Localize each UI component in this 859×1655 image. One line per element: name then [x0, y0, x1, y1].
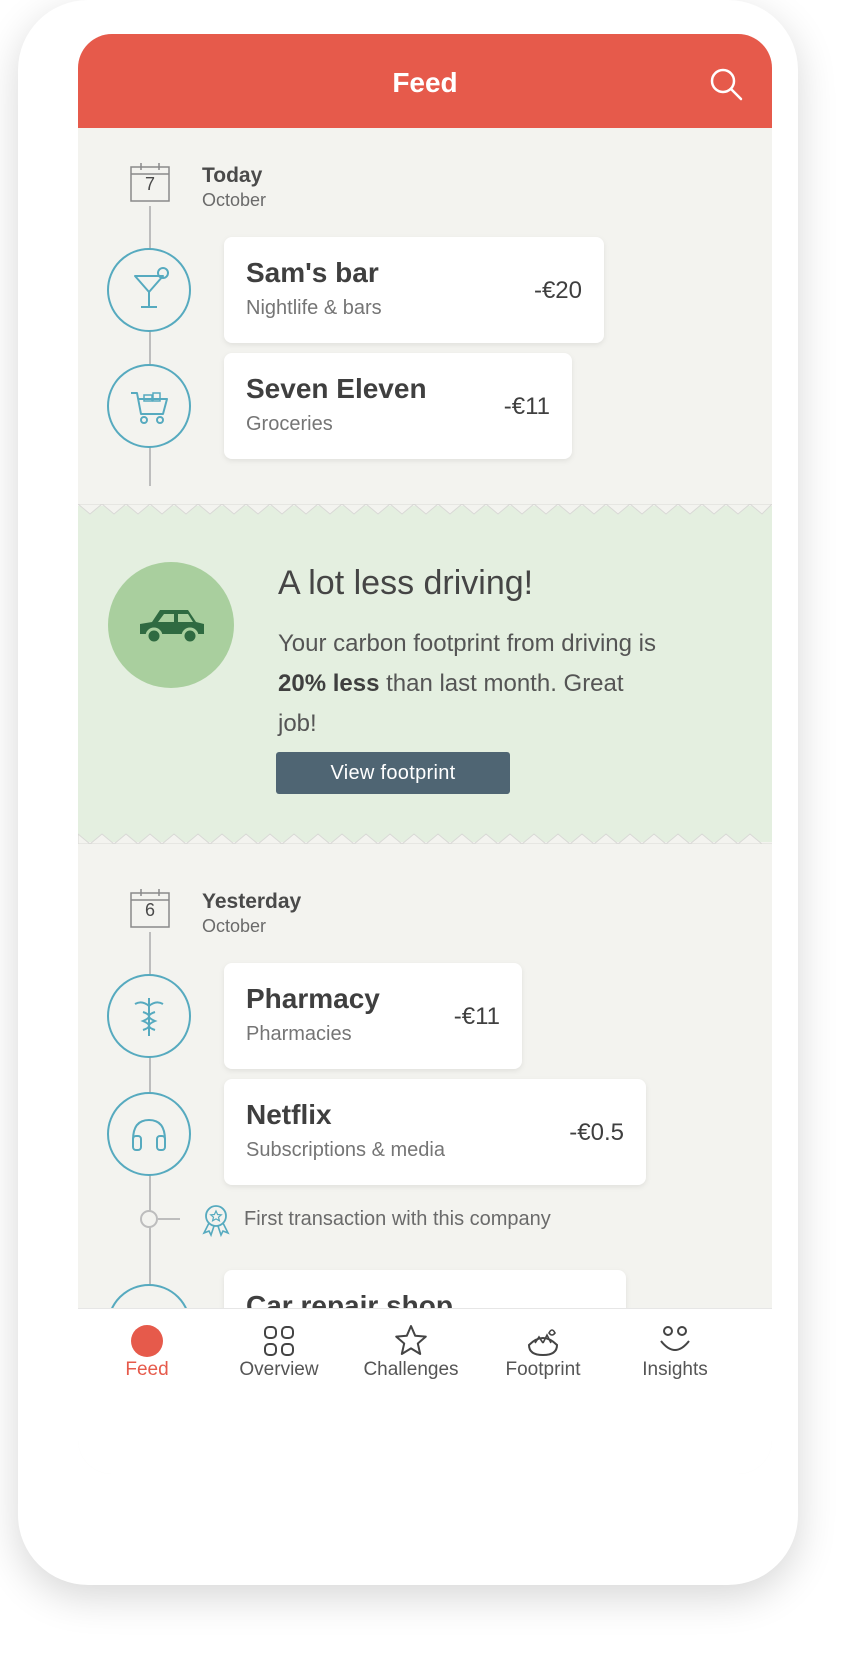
- app-screen: Feed 7 Today October Sam's bar Nightlife…: [78, 34, 772, 1474]
- transaction-name: Pharmacy: [246, 983, 380, 1014]
- tab-footprint[interactable]: Footprint: [474, 1309, 612, 1409]
- transaction-category: Groceries: [246, 413, 333, 435]
- dot-icon: [131, 1325, 163, 1357]
- tab-label: Challenges: [363, 1359, 459, 1380]
- transaction-name: Sam's bar: [246, 257, 379, 288]
- page-title: Feed: [392, 67, 458, 98]
- award-ribbon-icon: [202, 1205, 230, 1238]
- transaction-amount: -€11: [503, 393, 550, 420]
- calendar-day-number: 6: [144, 900, 155, 920]
- shopping-cart-icon: [107, 364, 191, 448]
- note-text: First transaction with this company: [244, 1208, 551, 1230]
- tab-label: Feed: [125, 1359, 169, 1380]
- tab-overview[interactable]: Overview: [210, 1309, 348, 1409]
- first-transaction-note: First transaction with this company: [140, 1202, 740, 1238]
- transaction-name: Netflix: [246, 1099, 332, 1130]
- car-icon: [108, 562, 234, 688]
- day-subtitle: October: [202, 190, 267, 210]
- transaction-card[interactable]: Sam's bar Nightlife & bars -€20: [224, 237, 604, 343]
- calendar-icon: 6: [130, 888, 170, 928]
- view-footprint-button[interactable]: View footprint: [276, 752, 510, 794]
- transaction-card[interactable]: Netflix Subscriptions & media -€0.5: [224, 1079, 646, 1185]
- insight-banner: A lot less driving! Your carbon footprin…: [78, 504, 772, 844]
- insight-title: A lot less driving!: [278, 564, 534, 602]
- day-subtitle: October: [202, 916, 267, 936]
- headphones-icon: [107, 1092, 191, 1176]
- zigzag-divider-top: [78, 504, 772, 515]
- footprint-icon: [527, 1329, 559, 1357]
- timeline-dot: [140, 1210, 158, 1228]
- transaction-category: Pharmacies: [246, 1023, 352, 1045]
- transaction-card[interactable]: Pharmacy Pharmacies -€11: [224, 963, 522, 1069]
- calendar-day-number: 7: [144, 174, 155, 194]
- tab-label: Footprint: [505, 1359, 581, 1380]
- transaction-name: Seven Eleven: [246, 373, 427, 404]
- grid-icon: [264, 1326, 294, 1356]
- top-bar: Feed: [78, 34, 772, 128]
- transaction-amount: -€11: [453, 1003, 500, 1030]
- search-icon[interactable]: [706, 64, 746, 104]
- day-title: Today: [202, 164, 263, 187]
- insight-highlight: 20% less: [278, 670, 380, 697]
- transaction-amount: -€0.5: [569, 1119, 624, 1146]
- tab-label: Overview: [239, 1359, 319, 1380]
- insight-body-text: Your carbon footprint from driving is: [278, 630, 656, 657]
- transaction-category: Subscriptions & media: [246, 1139, 445, 1161]
- connector-line: [158, 1218, 180, 1220]
- transaction-card[interactable]: Seven Eleven Groceries -€11: [224, 353, 572, 459]
- tab-label: Insights: [642, 1359, 708, 1380]
- insight-body: Your carbon footprint from driving is 20…: [278, 624, 668, 744]
- transaction-amount: -€20: [533, 277, 582, 304]
- smiley-icon: [660, 1326, 690, 1351]
- star-icon: [395, 1325, 427, 1355]
- calendar-icon: 7: [130, 162, 170, 202]
- tab-challenges[interactable]: Challenges: [342, 1309, 480, 1409]
- tab-insights[interactable]: Insights: [606, 1309, 744, 1409]
- day-title: Yesterday: [202, 890, 302, 913]
- phone-frame: Feed 7 Today October Sam's bar Nightlife…: [18, 0, 798, 1585]
- cocktail-icon: [107, 248, 191, 332]
- caduceus-icon: [107, 974, 191, 1058]
- zigzag-divider-bottom: [78, 833, 772, 844]
- transaction-category: Nightlife & bars: [246, 297, 382, 319]
- tab-feed[interactable]: Feed: [78, 1309, 216, 1409]
- bottom-tab-bar: Feed Overview Challenges Footprint Insig…: [78, 1308, 772, 1474]
